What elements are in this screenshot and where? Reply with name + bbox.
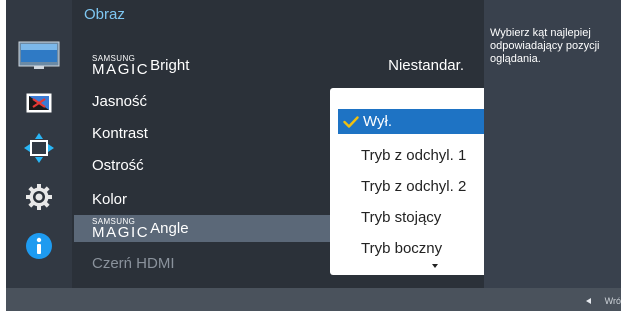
scroll-down-arrow-icon[interactable] <box>432 264 438 268</box>
menu-item-label: Kolor <box>92 191 128 208</box>
menu-item-magic-bright[interactable]: SAMSUNG MAGIC Bright Niestandar. <box>74 52 480 79</box>
sidebar <box>6 0 72 290</box>
osd-window: Obraz SAMSUNG MAGIC Bright Niestandar. J… <box>6 0 621 311</box>
menu-item-label: Angle <box>150 220 189 237</box>
menu-title: Obraz <box>84 6 125 23</box>
color-box-icon[interactable] <box>6 90 72 116</box>
info-icon[interactable] <box>6 230 72 262</box>
menu-item-label: Kontrast <box>92 125 148 142</box>
gear-icon[interactable] <box>6 181 72 213</box>
menu-item-label: Ostrość <box>92 157 144 174</box>
footer-bar: Wró <box>6 288 621 311</box>
back-label: Wró <box>604 296 621 306</box>
menu-item-label: Czerń HDMI <box>92 255 175 272</box>
checkmark-icon <box>341 115 361 128</box>
help-text: Wybierz kąt najlepiej odpowiadający pozy… <box>490 27 600 65</box>
picture-icon[interactable] <box>6 40 72 72</box>
menu-item-label: Bright <box>150 57 190 74</box>
menu-item-label: Jasność <box>92 93 148 110</box>
samsung-magic-logo: SAMSUNG MAGIC <box>92 216 150 241</box>
picture-menu: Obraz SAMSUNG MAGIC Bright Niestandar. J… <box>72 0 542 288</box>
help-panel: Wybierz kąt najlepiej odpowiadający pozy… <box>484 0 621 288</box>
screen-size-icon[interactable] <box>6 132 72 164</box>
back-button[interactable]: Wró <box>585 295 621 307</box>
left-arrow-icon <box>585 298 591 304</box>
samsung-magic-logo: SAMSUNG MAGIC <box>92 53 150 78</box>
menu-item-value: Niestandar. <box>388 57 464 74</box>
